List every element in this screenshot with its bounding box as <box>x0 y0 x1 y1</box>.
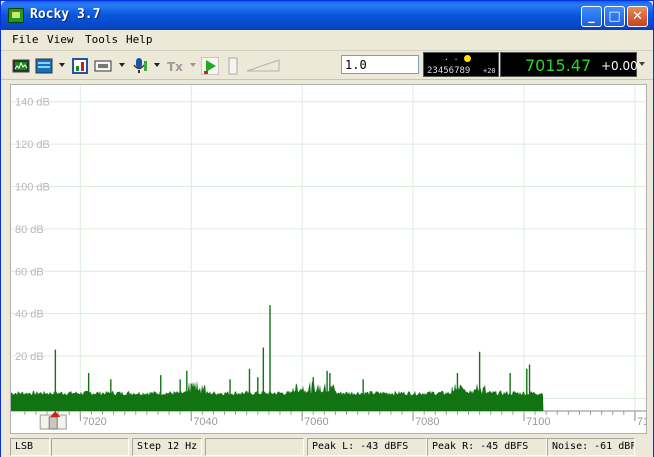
menu-help[interactable]: Help <box>126 33 153 46</box>
status-peak-left: Peak L: -43 dBFS <box>307 438 427 456</box>
status-noise: Noise: -61 dBFS <box>547 438 635 456</box>
tx-icon[interactable]: Tx <box>166 57 184 75</box>
digit-row: 23456789 <box>427 66 471 76</box>
spectrum-series <box>11 380 544 411</box>
title-bar[interactable]: Rocky 3.7 _ □ ✕ <box>1 1 653 30</box>
svg-text:Tx: Tx <box>167 60 183 74</box>
display-mode-dropdown-icon[interactable] <box>119 63 125 67</box>
digit-step-small: +20 <box>483 67 496 75</box>
microphone-icon[interactable] <box>130 57 148 75</box>
close-button[interactable]: ✕ <box>627 6 648 27</box>
app-window: Rocky 3.7 _ □ ✕ File View Tools Help Tx … <box>0 0 654 457</box>
tx-dropdown-icon[interactable] <box>190 63 196 67</box>
frequency-readout: 7015.47 <box>525 56 592 75</box>
status-bar: LSB Step 12 Hz Peak L: -43 dBFS Peak R: … <box>1 436 653 457</box>
y-tick-label: 100 dB <box>15 181 50 193</box>
x-tick-label: 7100 <box>526 416 550 428</box>
y-tick-label: 80 dB <box>15 224 44 236</box>
window-title: Rocky 3.7 <box>30 7 101 22</box>
status-peak-right: Peak R: -45 dBFS <box>427 438 547 456</box>
spectrum-chart[interactable]: 140 dB120 dB100 dB80 dB60 dB40 dB20 dB0 … <box>11 85 646 433</box>
status-empty-2 <box>205 438 304 456</box>
y-tick-label: 140 dB <box>15 97 50 109</box>
menu-bar: File View Tools Help <box>1 30 653 50</box>
spectrum-display[interactable]: 140 dB120 dB100 dB80 dB60 dB40 dB20 dB0 … <box>10 84 647 434</box>
frequency-display[interactable]: 7015.47 +0.00 <box>500 52 638 77</box>
rit-readout: +0.00 <box>601 59 638 73</box>
waterfall-icon[interactable] <box>35 57 53 75</box>
tuning-digit-display[interactable]: · · · 23456789 +20 <box>423 52 499 77</box>
gain-input[interactable] <box>341 55 419 74</box>
display-mode-icon[interactable] <box>94 57 112 75</box>
minimize-button[interactable]: _ <box>581 6 602 27</box>
y-tick-label: 40 dB <box>15 309 44 321</box>
y-tick-label: 60 dB <box>15 266 44 278</box>
status-mode: LSB <box>10 438 50 456</box>
waterfall-dropdown-icon[interactable] <box>59 63 65 67</box>
menu-view[interactable]: View <box>47 33 74 46</box>
status-empty-1 <box>51 438 129 456</box>
spectrum-icon[interactable] <box>12 57 30 75</box>
frequency-dropdown-icon[interactable] <box>637 52 647 77</box>
menu-file[interactable]: File <box>12 33 39 46</box>
maximize-button[interactable]: □ <box>604 6 625 27</box>
x-tick-label: 7060 <box>304 416 328 428</box>
y-tick-label: 20 dB <box>15 351 44 363</box>
bandscope-icon[interactable] <box>71 57 89 75</box>
x-tick-label: 7020 <box>82 416 106 428</box>
x-tick-label: 7040 <box>193 416 217 428</box>
tuning-marker-icon[interactable] <box>50 411 61 417</box>
x-tick-label: 7120 <box>637 416 646 428</box>
tuning-step-indicator-icon <box>464 55 471 62</box>
y-tick-label: 120 dB <box>15 139 50 151</box>
volume-slider-icon[interactable] <box>225 56 281 76</box>
play-icon[interactable] <box>201 57 219 75</box>
microphone-dropdown-icon[interactable] <box>154 63 160 67</box>
status-step: Step 12 Hz <box>132 438 202 456</box>
menu-tools[interactable]: Tools <box>85 33 118 46</box>
x-tick-label: 7080 <box>415 416 439 428</box>
app-icon[interactable] <box>8 8 24 23</box>
tuning-marker-handle[interactable] <box>48 416 58 430</box>
